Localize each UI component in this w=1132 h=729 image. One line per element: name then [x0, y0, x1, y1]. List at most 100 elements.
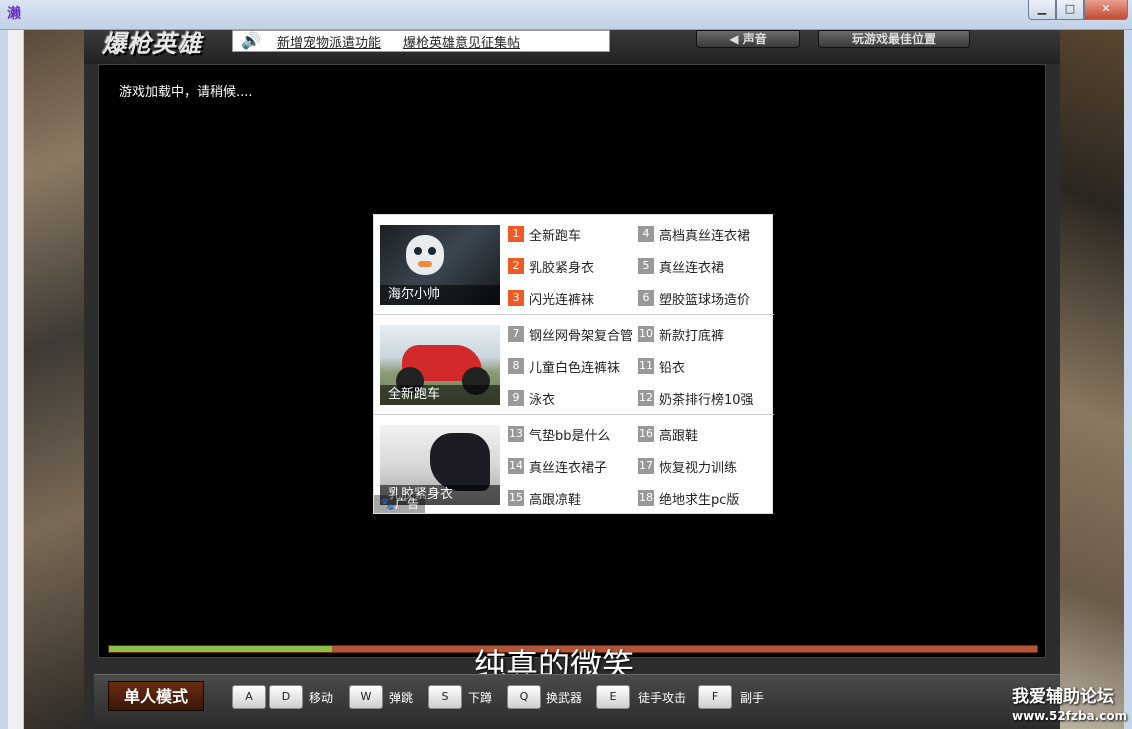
ad-row: 全新跑车 7 钢丝网骨架复合管 10 新款打底裤 8 儿童白色连裤袜 11 铅衣 9 泳衣…: [374, 315, 774, 415]
ad-row: 乳胶紧身衣 13 气垫bb是什么 16 高跟鞋 14 真丝连衣裙子 17 恢复视力训练 …: [374, 415, 774, 515]
close-button[interactable]: ✕: [1084, 0, 1128, 20]
app-icon: 濑: [7, 6, 21, 22]
ad-link[interactable]: 12 奶茶排行榜10强: [638, 389, 754, 408]
thumbnail-label: 海尔小帅: [380, 285, 500, 305]
key-e: E: [596, 685, 630, 709]
ad-link-text: 钢丝网骨架复合管: [529, 328, 634, 344]
ad-link[interactable]: 7 钢丝网骨架复合管: [508, 325, 634, 344]
sports-bike-image: [396, 345, 490, 395]
ad-link[interactable]: 4 高档真丝连衣裙: [638, 225, 751, 244]
best-position-button[interactable]: 玩游戏最佳位置: [818, 30, 970, 48]
ad-link-text: 真丝连衣裙: [659, 260, 725, 276]
ad-link-text: 泳衣: [529, 392, 556, 408]
ad-link-text: 高跟凉鞋: [529, 492, 582, 508]
rank-badge: 17: [638, 458, 654, 474]
ad-row: 海尔小帅 1 全新跑车 4 高档真丝连衣裙 2 乳胶紧身衣 5 真丝连衣裙 3 闪光连裤袜…: [374, 215, 774, 315]
key-label-crouch: 下蹲: [468, 691, 493, 705]
model-image: [430, 433, 490, 491]
ad-link[interactable]: 14 真丝连衣裙子: [508, 457, 608, 476]
ad-link[interactable]: 5 真丝连衣裙: [638, 257, 725, 276]
speaker-icon: 🔊: [241, 31, 261, 50]
ad-badge[interactable]: 🐾广告: [374, 495, 425, 513]
loading-text: 游戏加载中，请稍候....: [119, 85, 253, 100]
thumbnail-label: 全新跑车: [380, 385, 500, 405]
key-label-move: 移动: [309, 691, 334, 705]
ad-link-text: 高跟鞋: [659, 428, 699, 444]
rank-badge: 7: [508, 326, 524, 342]
key-w: W: [349, 685, 383, 709]
ad-link[interactable]: 9 泳衣: [508, 389, 556, 408]
ad-link-text: 闪光连裤袜: [529, 292, 595, 308]
rank-badge: 11: [638, 358, 654, 374]
rank-badge: 10: [638, 326, 654, 342]
minimize-button[interactable]: ▁: [1028, 0, 1056, 20]
ad-link[interactable]: 1 全新跑车: [508, 225, 582, 244]
ad-thumbnail[interactable]: 全新跑车: [380, 325, 500, 405]
rank-badge: 16: [638, 426, 654, 442]
ad-link-text: 恢复视力训练: [659, 460, 738, 476]
game-logo: 爆枪英雄: [102, 30, 202, 58]
ad-link-text: 气垫bb是什么: [529, 428, 611, 444]
key-label-melee: 徒手攻击: [638, 691, 687, 705]
rank-badge: 14: [508, 458, 524, 474]
key-f: F: [698, 685, 732, 709]
ad-link[interactable]: 17 恢复视力训练: [638, 457, 738, 476]
sound-button[interactable]: ◀ 声音: [696, 30, 800, 48]
ad-link-text: 全新跑车: [529, 228, 582, 244]
ad-link-text: 绝地求生pc版: [659, 492, 740, 508]
ad-link[interactable]: 13 气垫bb是什么: [508, 425, 611, 444]
ad-badge-text: 广告: [394, 497, 419, 511]
rank-badge: 6: [638, 290, 654, 306]
ad-link-text: 塑胶篮球场造价: [659, 292, 751, 308]
key-label-offhand: 副手: [740, 691, 765, 705]
ad-link-text: 真丝连衣裙子: [529, 460, 608, 476]
ad-link-text: 儿童白色连裤袜: [529, 360, 621, 376]
maximize-button[interactable]: □: [1056, 0, 1084, 20]
rank-badge: 9: [508, 390, 524, 406]
ad-link-text: 乳胶紧身衣: [529, 260, 595, 276]
site-watermark-url: www.52fzba.com: [1012, 709, 1128, 723]
window-frame-left: [0, 30, 8, 729]
notice-link-pet[interactable]: 新增宠物派遣功能: [277, 32, 381, 51]
ad-link[interactable]: 10 新款打底裤: [638, 325, 724, 344]
rank-badge: 3: [508, 290, 524, 306]
ad-link[interactable]: 15 高跟凉鞋: [508, 489, 582, 508]
notice-link-feedback[interactable]: 爆枪英雄意见征集帖: [403, 32, 520, 51]
ad-link[interactable]: 18 绝地求生pc版: [638, 489, 740, 508]
ad-link[interactable]: 16 高跟鞋: [638, 425, 699, 444]
rank-badge: 15: [508, 490, 524, 506]
ad-link-text: 高档真丝连衣裙: [659, 228, 751, 244]
ad-link[interactable]: 11 铅衣: [638, 357, 686, 376]
key-label-jump: 弹跳: [389, 691, 414, 705]
ad-link[interactable]: 3 闪光连裤袜: [508, 289, 595, 308]
paw-icon: 🐾: [380, 497, 395, 511]
notice-bar: 🔊 新增宠物派遣功能 爆枪英雄意见征集帖: [232, 30, 610, 52]
left-scroll-gutter: [8, 30, 24, 729]
rank-badge: 5: [638, 258, 654, 274]
robot-image: [406, 235, 444, 275]
side-artwork-right: [1060, 30, 1124, 729]
rank-badge: 18: [638, 490, 654, 506]
rank-badge: 12: [638, 390, 654, 406]
rank-badge: 1: [508, 226, 524, 242]
game-stage[interactable]: 游戏加载中，请稍候.... 海尔小帅 1 全新跑车 4 高档真丝连衣裙 2 乳胶紧身衣…: [98, 64, 1046, 658]
key-q: Q: [507, 685, 541, 709]
ad-link[interactable]: 8 儿童白色连裤袜: [508, 357, 621, 376]
rank-badge: 2: [508, 258, 524, 274]
ad-link[interactable]: 6 塑胶篮球场造价: [638, 289, 751, 308]
key-s: S: [428, 685, 462, 709]
rank-badge: 8: [508, 358, 524, 374]
key-a: A: [232, 685, 266, 709]
ad-link-text: 铅衣: [659, 360, 686, 376]
ad-thumbnail[interactable]: 海尔小帅: [380, 225, 500, 305]
ad-link-text: 奶茶排行榜10强: [659, 392, 754, 408]
key-d: D: [269, 685, 303, 709]
game-frame: 爆枪英雄 🔊 新增宠物派遣功能 爆枪英雄意见征集帖 ◀ 声音 玩游戏最佳位置 游…: [84, 30, 1060, 729]
ad-link[interactable]: 2 乳胶紧身衣: [508, 257, 595, 276]
mode-tab[interactable]: 单人模式: [108, 681, 204, 711]
window-titlebar: 濑 ▁ □ ✕: [0, 0, 1132, 30]
ad-thumbnail[interactable]: 乳胶紧身衣: [380, 425, 500, 505]
rank-badge: 4: [638, 226, 654, 242]
progress-fill: [109, 646, 332, 652]
site-watermark: 我爱辅助论坛 www.52fzba.com: [1012, 682, 1127, 723]
